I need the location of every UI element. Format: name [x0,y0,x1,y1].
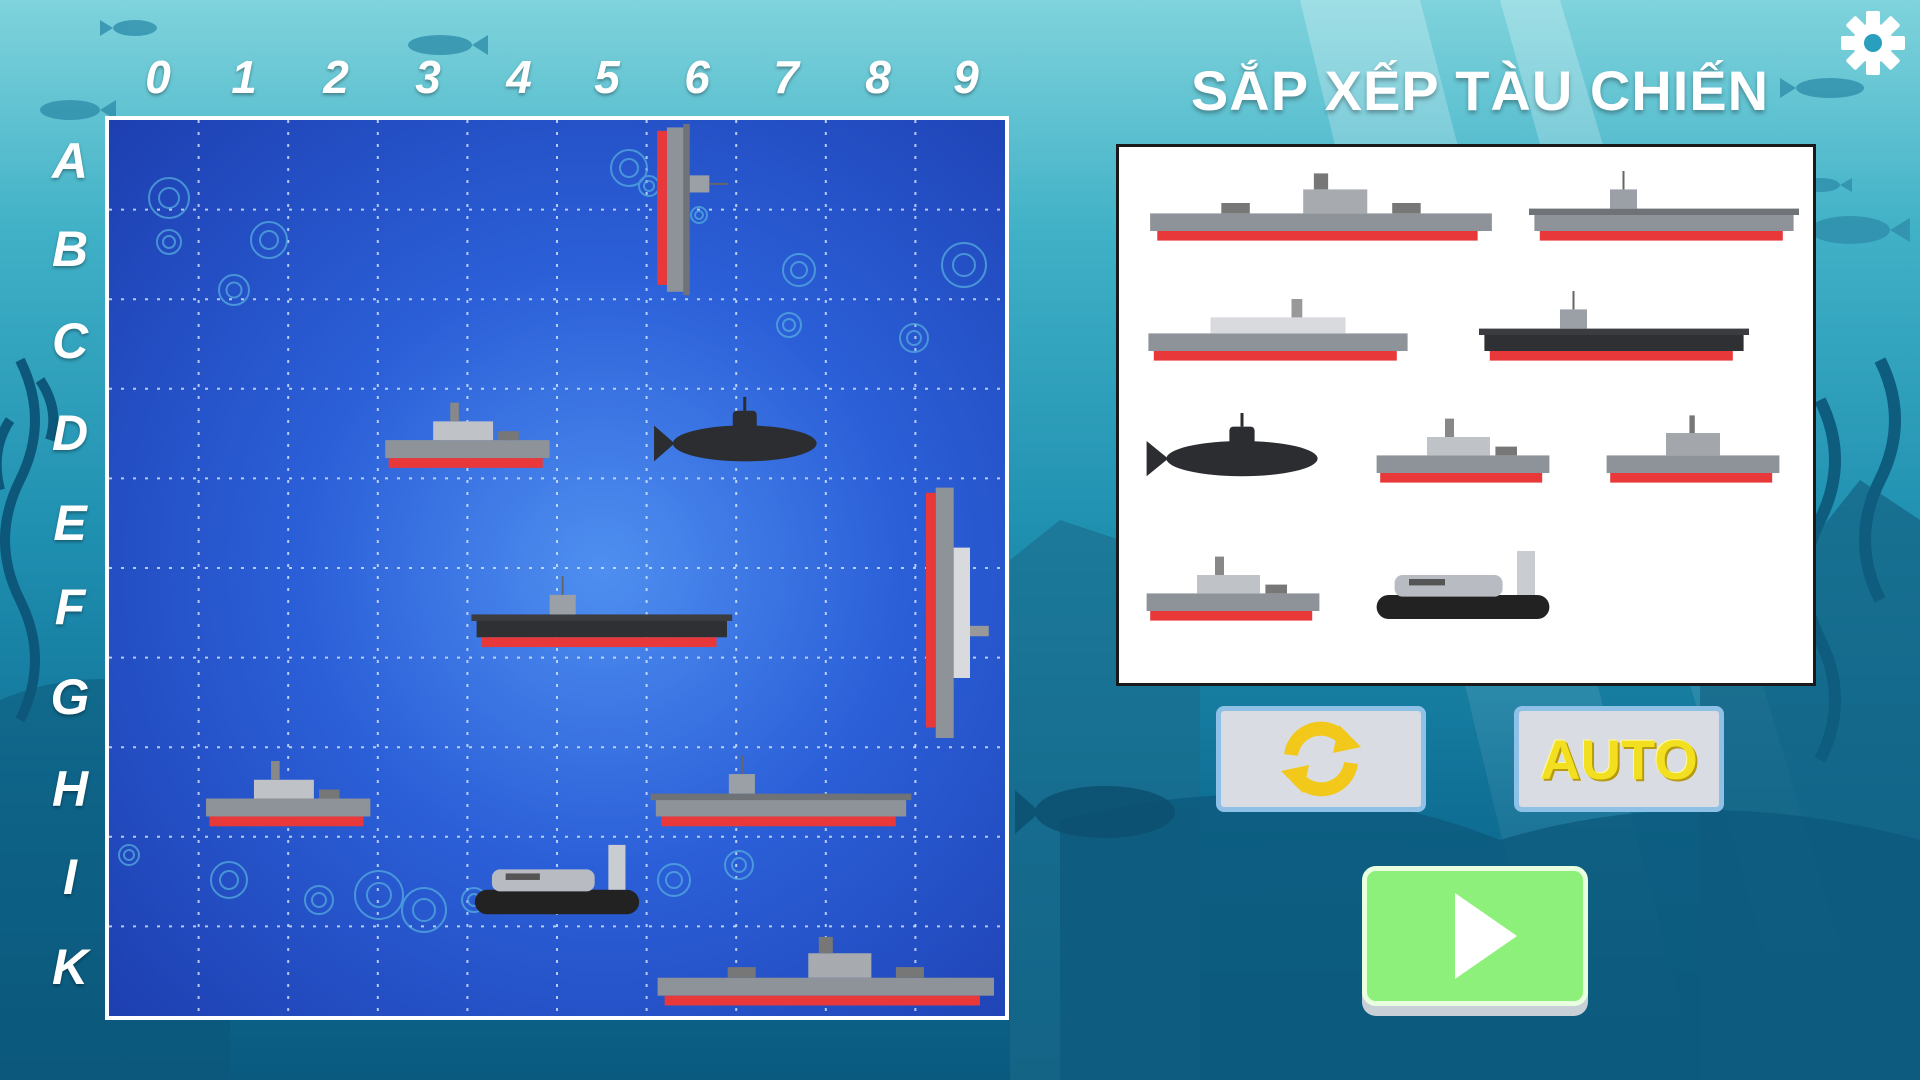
fleet-ship-destroyer[interactable] [1148,299,1408,361]
auto-button-label: AUTO [1540,727,1698,791]
row-label-H: H [51,761,89,817]
ship-dark-carrier-f4[interactable] [471,576,733,648]
row-label-G: G [50,669,90,725]
row-label-K: K [51,939,89,995]
row-label-E: E [53,495,87,551]
fleet-ship-frigate[interactable] [1146,556,1320,621]
fleet-panel [1116,144,1816,686]
column-label-0: 0 [145,51,171,103]
column-label-3: 3 [415,51,441,103]
battle-grid[interactable] [105,116,1009,1020]
auto-button[interactable]: AUTO [1514,706,1724,812]
ship-battleship-k6[interactable] [657,936,994,1006]
column-label-2: 2 [323,51,349,103]
row-label-B: B [51,221,89,277]
column-label-6: 6 [684,51,710,103]
column-label-9: 9 [953,51,979,103]
row-label-A: A [51,133,89,189]
column-label-8: 8 [865,51,891,103]
refresh-icon [1281,721,1361,797]
fleet-ship-cruiser[interactable] [1606,415,1780,483]
fleet-ship-submarine[interactable] [1146,413,1318,477]
page-title: SẮP XẾP TÀU CHIẾN [1190,59,1770,122]
row-label-I: I [63,849,77,905]
fleet-ship-patrol-boat[interactable] [1376,418,1550,483]
row-label-C: C [51,313,89,369]
column-label-7: 7 [773,51,799,103]
row-label-F: F [54,579,86,635]
fleet-ship-battleship[interactable] [1150,173,1492,241]
ship-hovercraft-i4[interactable] [474,844,640,915]
ship-submarine-d6[interactable] [654,396,817,462]
gear-icon[interactable] [1838,8,1908,78]
ship-frigate-d3[interactable] [385,402,550,468]
refresh-button[interactable] [1216,706,1426,812]
fleet-ship-aircraft-carrier[interactable] [1529,171,1799,241]
fleet-panel-canvas [1146,171,1799,621]
play-icon [1455,893,1517,979]
column-label-1: 1 [231,51,257,103]
play-button[interactable] [1362,866,1588,1006]
ship-carrier-h6[interactable] [650,755,912,827]
row-label-D: D [51,405,89,461]
ship-destroyer-vertical-col9[interactable] [925,487,989,738]
column-label-5: 5 [594,51,620,103]
battle-grid-canvas [109,120,1005,1016]
fleet-ship-hovercraft[interactable] [1376,551,1550,619]
column-label-4: 4 [506,51,532,103]
fleet-ship-dark-carrier[interactable] [1479,291,1749,361]
